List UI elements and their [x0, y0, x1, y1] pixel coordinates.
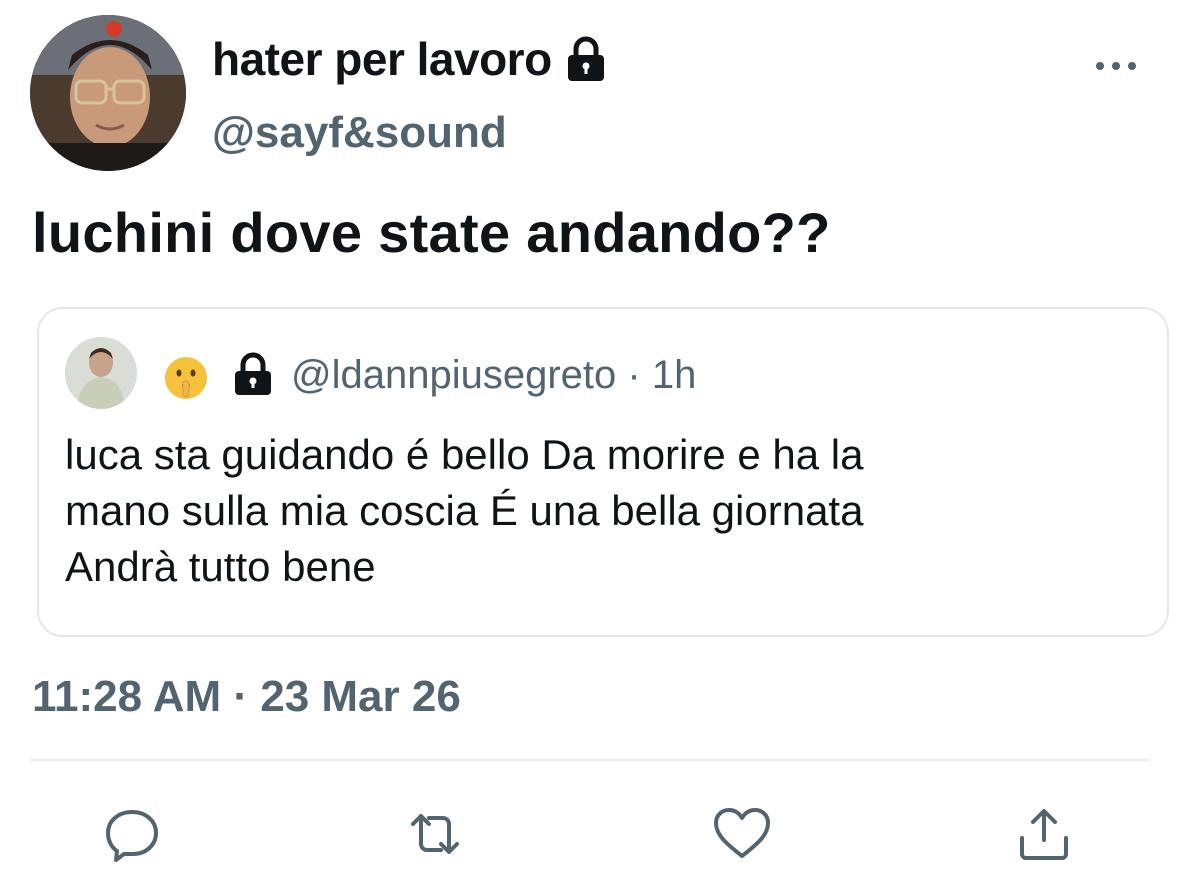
author-display-name[interactable]: hater per lavoro: [212, 32, 608, 86]
like-button[interactable]: [712, 804, 772, 864]
heart-icon: [714, 808, 770, 858]
retweet-icon: [411, 814, 459, 854]
quoted-author-handle: @ldannpiusegreto: [291, 353, 617, 397]
tweet-text: luchini dove state andando??: [32, 201, 831, 264]
retweet-button[interactable]: [405, 804, 465, 864]
reply-icon: [106, 810, 158, 862]
shushing-face-emoji: [163, 355, 209, 401]
quoted-tweet-card[interactable]: @ldannpiusegreto · 1h luca sta guidando …: [37, 307, 1169, 637]
quoted-tweet-line: luca sta guidando é bello Da morire e ha…: [65, 431, 864, 478]
share-button[interactable]: [1014, 804, 1074, 864]
quoted-tweet-text: luca sta guidando é bello Da morire e ha…: [65, 427, 1155, 595]
quoted-author-avatar: [65, 337, 137, 409]
user-avatar-icon: [65, 337, 137, 409]
divider: [30, 759, 1149, 761]
quoted-tweet-line: mano sulla mia coscia É una bella giorna…: [65, 487, 864, 534]
reply-button[interactable]: [102, 804, 162, 864]
author-avatar[interactable]: [30, 15, 186, 171]
shushing-face-icon: [165, 357, 207, 399]
quoted-tweet-age: 1h: [651, 353, 697, 397]
tweet-timestamp[interactable]: 11:28 AM · 23 Mar 26: [32, 672, 461, 722]
share-icon: [1020, 809, 1068, 860]
meta-separator: ·: [627, 353, 641, 397]
display-name-text: hater per lavoro: [212, 33, 552, 85]
lock-icon: [235, 352, 271, 395]
author-handle[interactable]: @sayf&sound: [212, 108, 507, 158]
quoted-tweet-meta: @ldannpiusegreto · 1h: [291, 353, 696, 398]
quoted-tweet-line: Andrà tutto bene: [65, 543, 376, 590]
user-avatar-icon: [30, 15, 186, 171]
more-options-icon[interactable]: [1092, 58, 1140, 74]
lock-icon: [567, 36, 604, 81]
